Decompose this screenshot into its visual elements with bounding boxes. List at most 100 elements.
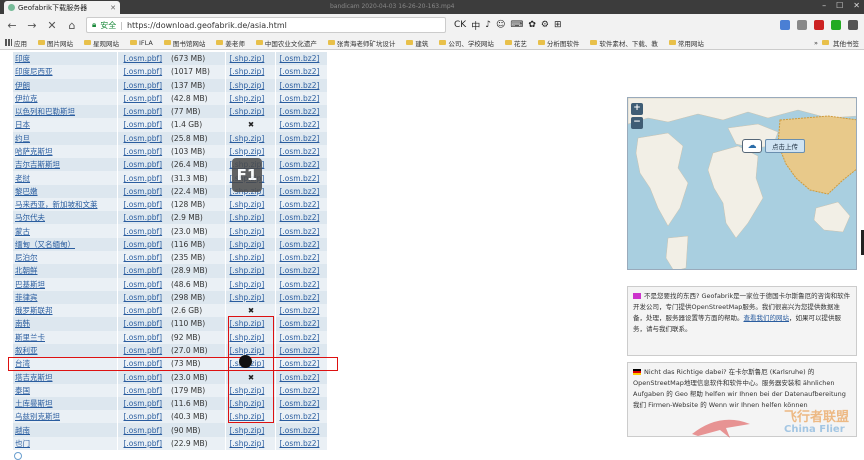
shp-zip-link[interactable]: [.shp.zip]	[224, 91, 275, 106]
region-link[interactable]: 南韩	[13, 317, 117, 331]
shp-zip-link[interactable]: [.shp.zip]	[224, 78, 275, 92]
region-link[interactable]: 老挝	[13, 171, 117, 185]
osm-bz2-link[interactable]: [.osm.bz2]	[274, 264, 327, 278]
shp-zip-link[interactable]: [.shp.zip]	[224, 423, 275, 437]
osm-pbf-link[interactable]: [.osm.pbf]	[116, 410, 169, 424]
shp-zip-link[interactable]: [.shp.zip]	[224, 65, 275, 79]
region-link[interactable]: 以色列和巴勒斯坦	[13, 105, 117, 119]
osm-bz2-link[interactable]: [.osm.bz2]	[274, 410, 327, 424]
ime-icon[interactable]: CK	[454, 20, 466, 30]
osm-pbf-link[interactable]: [.osm.pbf]	[116, 211, 169, 225]
bookmark-item[interactable]: IFLA	[130, 39, 153, 47]
shp-zip-link[interactable]: [.shp.zip]	[224, 197, 275, 212]
bookmark-item[interactable]: 软件素材、下载、教	[590, 38, 658, 48]
region-link[interactable]: 塔吉克斯坦	[13, 370, 117, 384]
osm-pbf-link[interactable]: [.osm.pbf]	[116, 264, 169, 278]
bookmark-item[interactable]: 花艺	[504, 38, 527, 48]
osm-bz2-link[interactable]: [.osm.bz2]	[274, 65, 327, 79]
close-icon[interactable]: ✕	[110, 4, 116, 12]
ime-icon[interactable]: ☺	[496, 20, 505, 30]
shp-zip-link[interactable]: [.shp.zip]	[224, 131, 275, 145]
region-link[interactable]: 北朝鲜	[13, 264, 117, 278]
bookmark-item[interactable]: 建筑	[406, 38, 428, 48]
ime-icon[interactable]: ♪	[485, 20, 491, 30]
region-link[interactable]: 蒙古	[13, 224, 117, 238]
osm-pbf-link[interactable]: [.osm.pbf]	[116, 105, 169, 119]
osm-pbf-link[interactable]: [.osm.pbf]	[116, 370, 169, 384]
osm-pbf-link[interactable]: [.osm.pbf]	[116, 52, 169, 66]
osm-bz2-link[interactable]: [.osm.bz2]	[274, 118, 327, 132]
region-link[interactable]: 印度尼西亚	[13, 65, 117, 79]
osm-bz2-link[interactable]: [.osm.bz2]	[274, 250, 327, 265]
menu-icon[interactable]	[848, 20, 858, 30]
osm-bz2-link[interactable]: [.osm.bz2]	[274, 277, 327, 291]
shp-zip-link[interactable]: [.shp.zip]	[224, 264, 275, 278]
region-link[interactable]: 印度	[13, 52, 117, 66]
region-link[interactable]: 伊拉克	[13, 91, 117, 106]
home-icon[interactable]: ⌂	[66, 19, 78, 32]
osm-pbf-link[interactable]: [.osm.pbf]	[116, 304, 169, 318]
ime-icon[interactable]: ⊞	[554, 20, 562, 30]
bookmarks-overflow[interactable]: » 其他书签	[814, 38, 859, 48]
region-link[interactable]: 日本	[13, 118, 117, 132]
back-icon[interactable]: ←	[6, 19, 18, 32]
region-link[interactable]: 黎巴嫩	[13, 184, 117, 198]
osm-pbf-link[interactable]: [.osm.pbf]	[116, 250, 169, 265]
ime-icon[interactable]: ⌨	[510, 20, 523, 30]
ime-icon[interactable]: ✿	[528, 20, 536, 30]
region-link[interactable]: 巴基斯坦	[13, 277, 117, 291]
shp-zip-link[interactable]: [.shp.zip]	[224, 105, 275, 119]
osm-bz2-link[interactable]: [.osm.bz2]	[274, 197, 327, 212]
osm-pbf-link[interactable]: [.osm.pbf]	[116, 197, 169, 212]
bookmark-item[interactable]: 应用	[5, 38, 27, 48]
region-link[interactable]: 叙利亚	[13, 343, 117, 358]
osm-pbf-link[interactable]: [.osm.pbf]	[116, 118, 169, 132]
osm-pbf-link[interactable]: [.osm.pbf]	[116, 436, 169, 450]
osm-bz2-link[interactable]: [.osm.bz2]	[274, 52, 327, 66]
shp-zip-link[interactable]: [.shp.zip]	[224, 52, 275, 66]
bookmark-item[interactable]: 分析图软件	[537, 38, 579, 48]
osm-bz2-link[interactable]: [.osm.bz2]	[274, 396, 327, 411]
region-map[interactable]: + − ☁ 点击上传	[627, 97, 857, 270]
region-link[interactable]: 伊朗	[13, 78, 117, 92]
osm-bz2-link[interactable]: [.osm.bz2]	[274, 383, 327, 397]
osm-bz2-link[interactable]: [.osm.bz2]	[274, 105, 327, 119]
osm-pbf-link[interactable]: [.osm.pbf]	[116, 330, 169, 344]
osm-bz2-link[interactable]: [.osm.bz2]	[274, 423, 327, 437]
region-link[interactable]: 越南	[13, 423, 117, 437]
shp-zip-link[interactable]: [.shp.zip]	[224, 250, 275, 265]
bookmark-item[interactable]: 姜老师	[216, 38, 245, 48]
region-link[interactable]: 俄罗斯联邦	[13, 304, 117, 318]
osm-bz2-link[interactable]: [.osm.bz2]	[274, 237, 327, 251]
shp-zip-link[interactable]: [.shp.zip]	[224, 277, 275, 291]
zoom-in-button[interactable]: +	[631, 103, 643, 115]
osm-bz2-link[interactable]: [.osm.bz2]	[274, 370, 327, 384]
region-link[interactable]: 也门	[13, 436, 117, 450]
region-link[interactable]: 土库曼斯坦	[13, 396, 117, 411]
region-link[interactable]: 约旦	[13, 131, 117, 145]
shp-zip-link[interactable]: [.shp.zip]	[224, 436, 275, 450]
extension-icon[interactable]	[797, 20, 807, 30]
shp-zip-link[interactable]: [.shp.zip]	[224, 237, 275, 251]
osm-bz2-link[interactable]: [.osm.bz2]	[274, 144, 327, 159]
bookmark-item[interactable]: 公司、学校网站	[439, 38, 494, 48]
reload-icon[interactable]: ✕	[46, 19, 58, 32]
osm-pbf-link[interactable]: [.osm.pbf]	[116, 317, 169, 331]
bookmark-item[interactable]: 图书馆网站	[163, 38, 205, 48]
ime-icon[interactable]: ⚙	[541, 20, 549, 30]
osm-pbf-link[interactable]: [.osm.pbf]	[116, 423, 169, 437]
osm-bz2-link[interactable]: [.osm.bz2]	[274, 330, 327, 344]
evernote-icon[interactable]	[831, 20, 841, 30]
bookmark-item[interactable]: 张青海老师矿坑设计	[327, 38, 395, 48]
osm-bz2-link[interactable]: [.osm.bz2]	[274, 304, 327, 318]
osm-pbf-link[interactable]: [.osm.pbf]	[116, 184, 169, 198]
osm-pbf-link[interactable]: [.osm.pbf]	[116, 237, 169, 251]
osm-bz2-link[interactable]: [.osm.bz2]	[274, 158, 327, 172]
osm-pbf-link[interactable]: [.osm.pbf]	[116, 171, 169, 185]
osm-pbf-link[interactable]: [.osm.pbf]	[116, 224, 169, 238]
region-link[interactable]: 菲律宾	[13, 290, 117, 305]
osm-pbf-link[interactable]: [.osm.pbf]	[116, 65, 169, 79]
osm-pbf-link[interactable]: [.osm.pbf]	[116, 277, 169, 291]
region-link[interactable]: 乌兹别克斯坦	[13, 410, 117, 424]
region-link[interactable]: 斯里兰卡	[13, 330, 117, 344]
